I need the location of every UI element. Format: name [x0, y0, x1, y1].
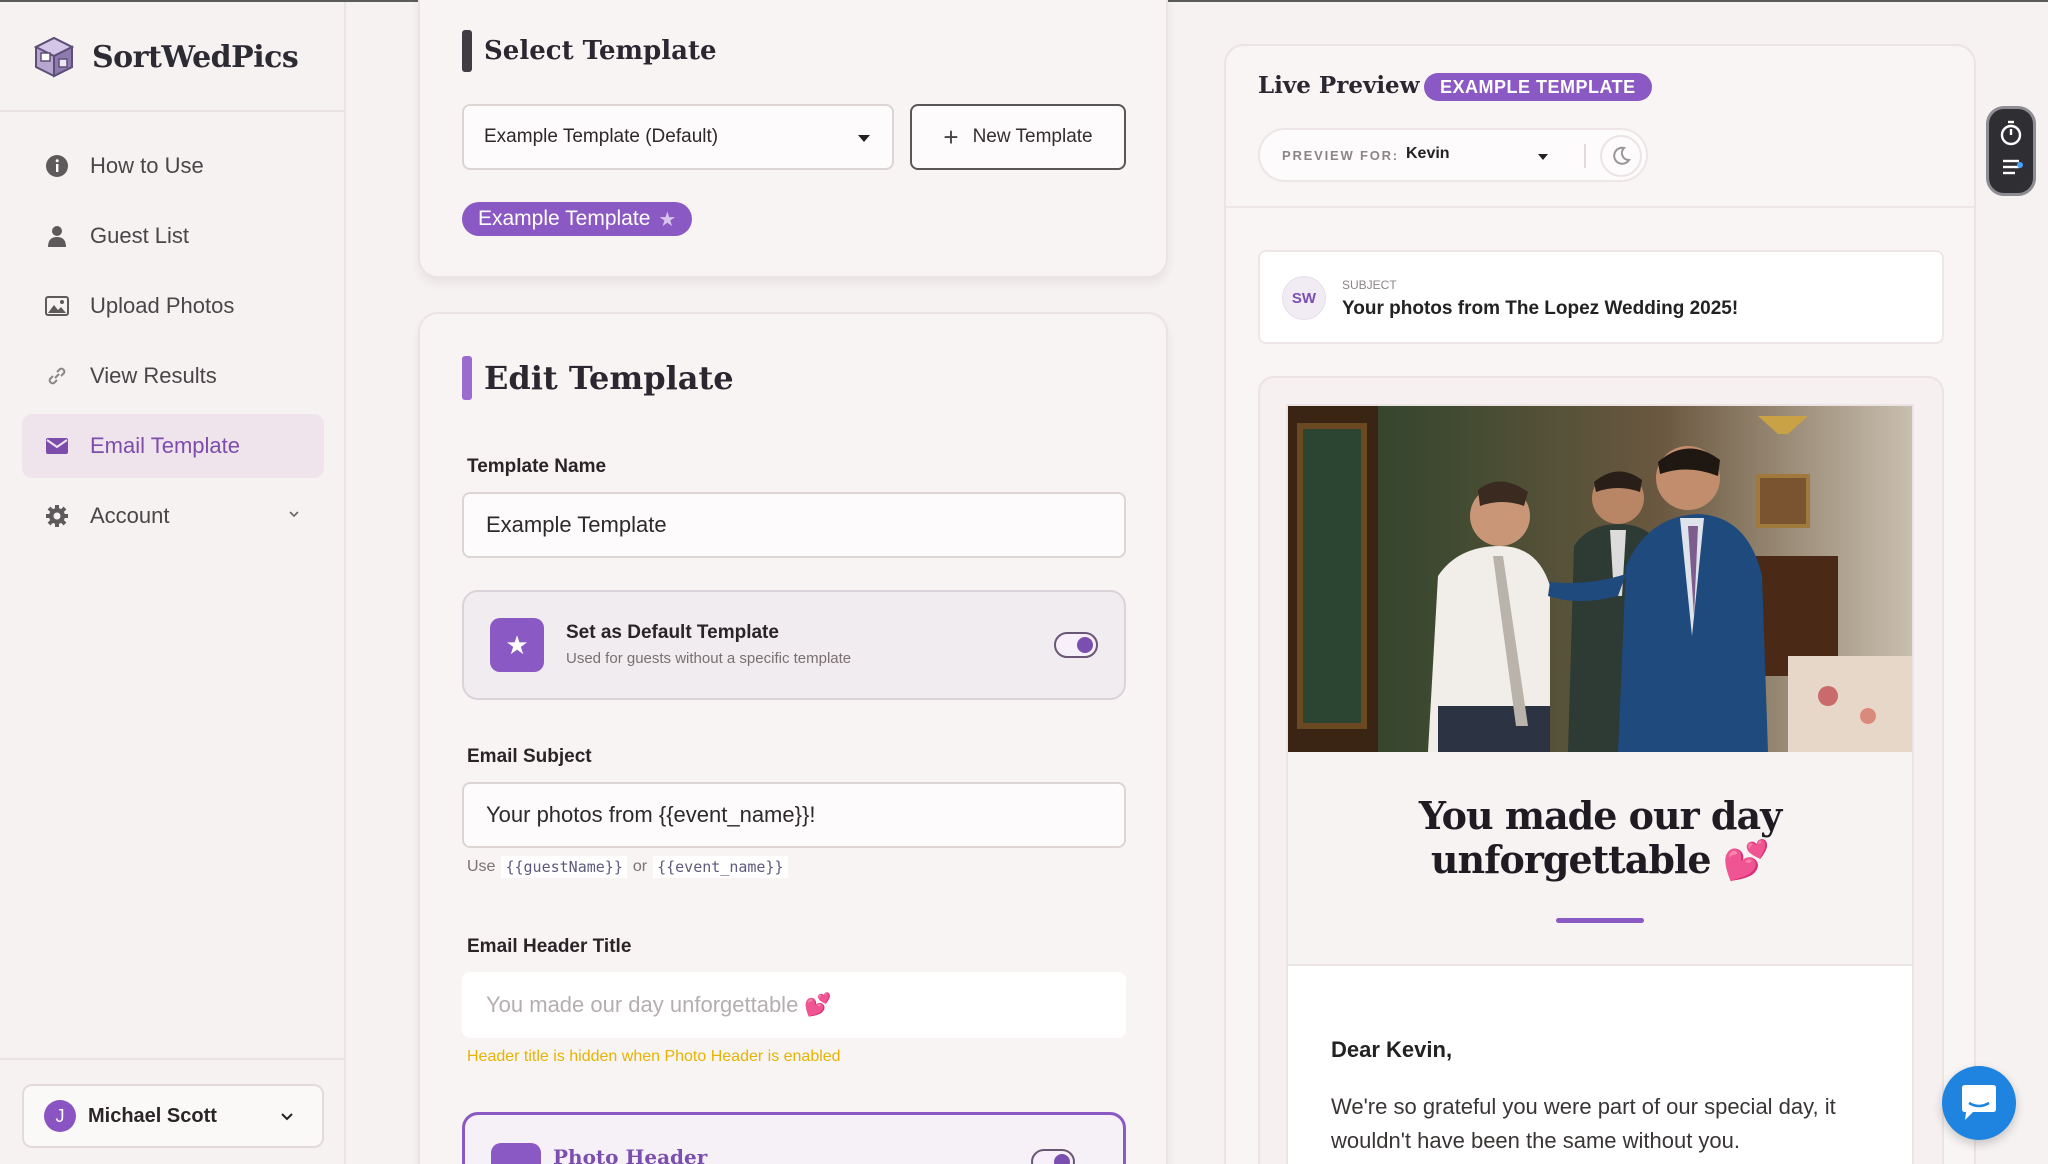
stopwatch-icon[interactable] [1989, 109, 2033, 193]
photo-upload-icon [44, 293, 70, 319]
sidebar-item-view-results[interactable]: View Results [22, 344, 324, 408]
select-template-heading: Select Template [462, 30, 717, 72]
subject-label: SUBJECT [1342, 278, 1397, 292]
header-warning: Header title is hidden when Photo Header… [467, 1048, 841, 1065]
edit-template-heading: Edit Template [462, 356, 734, 400]
sidebar-item-account[interactable]: Account [22, 484, 324, 548]
toggle-knob [1077, 637, 1093, 653]
template-badge: EXAMPLE TEMPLATE [1424, 73, 1652, 101]
sidebar-item-how-to-use[interactable]: How to Use [22, 134, 324, 198]
sidebar-item-label: Email Template [90, 433, 240, 458]
hint-text: Use [467, 858, 496, 875]
user-menu[interactable]: J Michael Scott [22, 1084, 324, 1148]
template-name-label: Template Name [467, 456, 607, 477]
chevron-down-icon [289, 511, 299, 518]
sidebar-item-label: Account [90, 503, 170, 528]
email-heading-line: You made our day [1418, 793, 1782, 838]
template-select-value: Example Template (Default) [484, 126, 719, 147]
envelope-icon [44, 433, 70, 459]
variable-hint: Use {{guestName}} or {{event_name}} [467, 856, 794, 878]
section-title: Edit Template [484, 359, 734, 397]
brand-name: SortWedPics [92, 39, 299, 75]
photo-header-title: Photo Header [553, 1145, 708, 1164]
variable-event-name: {{event_name}} [653, 856, 788, 878]
sidebar: SortWedPics How to Use Guest List Upload… [0, 2, 346, 1164]
sidebar-item-upload-photos[interactable]: Upload Photos [22, 274, 324, 338]
divider [0, 1058, 344, 1060]
divider [1226, 206, 1974, 208]
subject-text: Your photos from The Lopez Wedding 2025! [1342, 298, 1739, 319]
heading-underline [1556, 918, 1644, 923]
gear-icon [44, 503, 70, 529]
star-icon: ★ [658, 208, 677, 231]
logo-icon [33, 36, 75, 78]
email-greeting: Dear Kevin, [1331, 1037, 1453, 1062]
sidebar-item-label: Upload Photos [90, 293, 235, 318]
default-template-title: Set as Default Template [566, 622, 779, 643]
sidebar-item-label: Guest List [90, 223, 190, 248]
variable-guest-name: {{guestName}} [501, 856, 627, 878]
user-name: Michael Scott [88, 1104, 217, 1127]
floating-toolbar [1986, 106, 2036, 196]
link-icon [44, 363, 70, 389]
hero-photo [1288, 406, 1912, 752]
email-heading: You made our day unforgettable 💕 [1288, 794, 1912, 882]
email-subject-preview: SW SUBJECT Your photos from The Lopez We… [1258, 250, 1944, 344]
person-icon [44, 223, 70, 249]
wedding-photo-image [1288, 406, 1912, 752]
photo-header-setting: Photo Header [462, 1112, 1126, 1164]
star-icon: ★ [490, 618, 544, 672]
template-select[interactable]: Example Template (Default) [462, 104, 894, 170]
plus-icon: + [943, 121, 959, 152]
email-subject-input[interactable]: Your photos from {{event_name}}! [462, 782, 1126, 848]
section-accent-bar [462, 356, 472, 400]
template-chip-label: Example Template [478, 207, 651, 230]
new-template-label: New Template [972, 126, 1093, 147]
sender-avatar: SW [1282, 276, 1326, 320]
live-preview-title: Live Preview [1258, 72, 1420, 99]
sidebar-item-label: View Results [90, 363, 217, 388]
divider [1584, 144, 1586, 168]
photo-header-icon [491, 1143, 541, 1164]
chevron-down-icon [281, 1113, 293, 1121]
sidebar-item-label: How to Use [90, 153, 204, 178]
dark-mode-toggle[interactable] [1600, 135, 1642, 177]
email-subject-label: Email Subject [467, 746, 592, 767]
moon-icon [1613, 146, 1631, 165]
sidebar-item-guest-list[interactable]: Guest List [22, 204, 324, 268]
divider [0, 110, 344, 112]
photo-header-toggle[interactable] [1031, 1149, 1075, 1164]
sidebar-item-email-template[interactable]: Email Template [22, 414, 324, 478]
caret-down-icon [858, 135, 870, 142]
caret-down-icon [1538, 154, 1548, 160]
template-chip[interactable]: Example Template ★ [462, 202, 693, 236]
hint-text: or [632, 858, 648, 875]
brand[interactable]: SortWedPics [32, 32, 299, 82]
new-template-button[interactable]: + New Template [910, 104, 1126, 170]
email-body-text: We're so grateful you were part of our s… [1331, 1094, 1836, 1153]
default-template-setting: ★ Set as Default Template Used for guest… [462, 590, 1126, 700]
info-icon [44, 153, 70, 179]
avatar: J [44, 1100, 76, 1132]
sidebar-nav: How to Use Guest List Upload Photos View… [22, 134, 324, 554]
section-title: Select Template [484, 36, 717, 66]
email-heading-line: unforgettable 💕 [1430, 837, 1770, 882]
email-header-title-input[interactable]: You made our day unforgettable 💕 [462, 972, 1126, 1038]
section-accent-bar [462, 30, 472, 72]
default-template-description: Used for guests without a specific templ… [566, 650, 852, 667]
preview-for-control: PREVIEW FOR: Kevin [1258, 128, 1648, 182]
preview-for-label: PREVIEW FOR: [1282, 148, 1399, 163]
chat-icon [1962, 1085, 1996, 1120]
default-template-toggle[interactable] [1054, 632, 1098, 658]
template-name-input[interactable]: Example Template [462, 492, 1126, 558]
toggle-knob [1054, 1154, 1070, 1164]
preview-for-select[interactable]: Kevin [1406, 145, 1450, 163]
chat-button[interactable] [1942, 1066, 2016, 1140]
email-header-title-label: Email Header Title [467, 936, 632, 957]
